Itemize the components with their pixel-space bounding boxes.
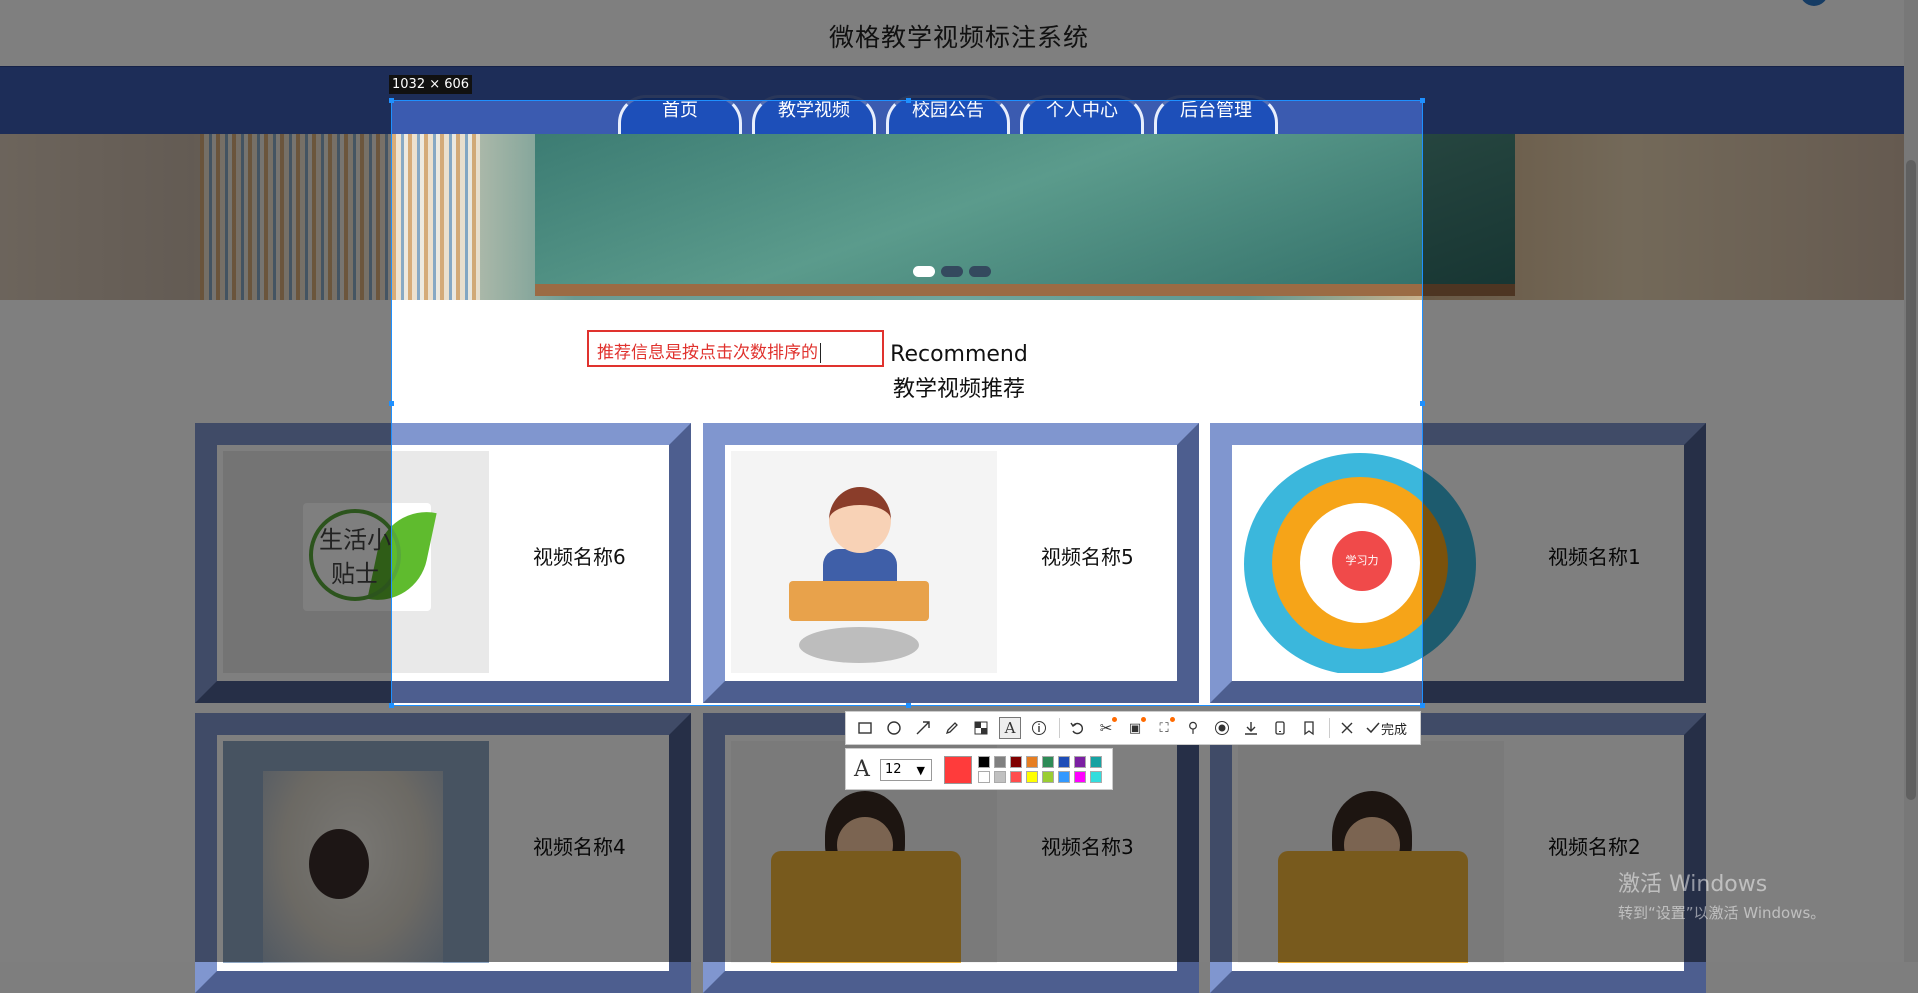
- dim-overlay: [0, 100, 391, 706]
- mosaic-tool-icon[interactable]: [970, 717, 992, 739]
- color-swatch[interactable]: [1026, 756, 1038, 768]
- done-label: 完成: [1381, 722, 1408, 738]
- resize-handle[interactable]: [906, 98, 911, 103]
- font-icon: A: [854, 757, 870, 782]
- text-annotation-value[interactable]: 推荐信息是按点击次数排序的: [597, 343, 818, 363]
- color-swatch[interactable]: [994, 771, 1006, 783]
- resize-handle[interactable]: [906, 703, 911, 708]
- text-tool-icon[interactable]: A: [999, 717, 1021, 739]
- color-swatch[interactable]: [1074, 756, 1086, 768]
- color-palette: [978, 756, 1102, 783]
- resize-handle[interactable]: [389, 401, 394, 406]
- ellipse-tool-icon[interactable]: [883, 717, 905, 739]
- pencil-tool-icon[interactable]: [941, 717, 963, 739]
- translate-icon[interactable]: ▣: [1124, 717, 1146, 739]
- color-swatch[interactable]: [1026, 771, 1038, 783]
- scissors-icon[interactable]: ✂: [1095, 717, 1117, 739]
- selection-size-label: 1032 × 606: [389, 75, 473, 94]
- record-icon[interactable]: [1211, 717, 1233, 739]
- text-annotation-box[interactable]: 推荐信息是按点击次数排序的: [587, 330, 884, 367]
- resize-handle[interactable]: [1420, 401, 1425, 406]
- color-swatch[interactable]: [1010, 756, 1022, 768]
- resize-handle[interactable]: [389, 98, 394, 103]
- done-button[interactable]: 完成: [1365, 719, 1407, 738]
- color-swatch[interactable]: [1042, 756, 1054, 768]
- windows-activation-watermark: 激活 Windows 转到“设置”以激活 Windows。: [1618, 866, 1825, 923]
- color-swatch[interactable]: [1090, 756, 1102, 768]
- color-swatch[interactable]: [1010, 771, 1022, 783]
- download-icon[interactable]: [1240, 717, 1262, 739]
- number-marker-icon[interactable]: [1028, 717, 1050, 739]
- resize-handle[interactable]: [389, 703, 394, 708]
- toolbar-separator: [1059, 718, 1060, 738]
- font-size-value: 12: [885, 762, 902, 777]
- scan-icon[interactable]: ⛶: [1153, 717, 1175, 739]
- watermark-title: 激活 Windows: [1618, 872, 1768, 897]
- capture-selection[interactable]: [389, 98, 1425, 708]
- check-icon: [1366, 722, 1380, 734]
- rectangle-tool-icon[interactable]: [854, 717, 876, 739]
- bookmark-icon[interactable]: [1298, 717, 1320, 739]
- watermark-subtitle: 转到“设置”以激活 Windows。: [1618, 904, 1826, 922]
- phone-icon[interactable]: [1269, 717, 1291, 739]
- text-caret: [820, 343, 821, 363]
- annotation-toolbar: A ✂ ▣ ⛶ ⚲ 完成: [845, 711, 1421, 745]
- dim-overlay: [1423, 100, 1918, 706]
- color-swatch[interactable]: [1042, 771, 1054, 783]
- color-swatch[interactable]: [994, 756, 1006, 768]
- undo-icon[interactable]: [1066, 717, 1088, 739]
- close-icon[interactable]: [1336, 717, 1358, 739]
- dim-overlay: [0, 0, 1918, 100]
- resize-handle[interactable]: [1420, 98, 1425, 103]
- pin-icon[interactable]: ⚲: [1182, 717, 1204, 739]
- color-swatch[interactable]: [978, 771, 990, 783]
- resize-handle[interactable]: [1420, 703, 1425, 708]
- color-swatch[interactable]: [978, 756, 990, 768]
- toolbar-separator: [1329, 718, 1330, 738]
- arrow-tool-icon[interactable]: [912, 717, 934, 739]
- current-color-swatch[interactable]: [944, 756, 972, 784]
- font-size-select[interactable]: 12 ▼: [880, 759, 932, 781]
- color-swatch[interactable]: [1058, 771, 1070, 783]
- color-swatch[interactable]: [1058, 756, 1070, 768]
- color-swatch[interactable]: [1074, 771, 1086, 783]
- chevron-down-icon: ▼: [916, 764, 925, 777]
- color-swatch[interactable]: [1090, 771, 1102, 783]
- text-properties-panel: A 12 ▼: [845, 748, 1113, 790]
